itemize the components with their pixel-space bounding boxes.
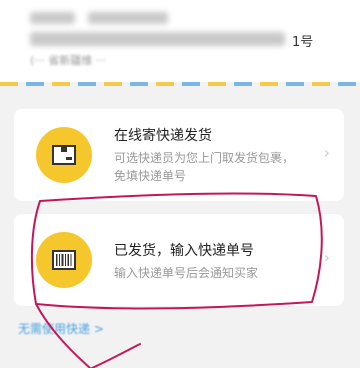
- address-tail: 1号: [292, 35, 314, 50]
- package-icon: [36, 127, 92, 183]
- no-courier-link[interactable]: 无需使用快递 >: [18, 320, 104, 337]
- envelope-stripe: [0, 82, 360, 86]
- barcode-icon: [36, 232, 92, 288]
- address-fragment: (··· 省新疆维 ···: [30, 54, 107, 67]
- option-desc-1: 可选快递员为您上门取发货包裹，: [114, 151, 295, 165]
- chevron-right-icon: ›: [323, 143, 330, 162]
- option-enter-tracking[interactable]: 已发货，输入快递单号 输入快递单号后会通知买家 ›: [14, 214, 344, 306]
- name-blur: [30, 12, 75, 24]
- option-desc-2: 免填快递单号: [114, 169, 187, 183]
- option-title: 已发货，输入快递单号: [114, 243, 254, 259]
- option-title: 在线寄快递发货: [114, 128, 212, 144]
- option-online-courier[interactable]: 在线寄快递发货 可选快递员为您上门取发货包裹， 免填快递单号 ›: [14, 109, 344, 201]
- option-desc: 输入快递单号后会通知买家: [114, 266, 259, 280]
- address-blur: [30, 32, 285, 46]
- chevron-right-icon: ›: [323, 248, 330, 267]
- phone-blur: [88, 12, 168, 24]
- address-section[interactable]: 1号 (··· 省新疆维 ···: [0, 0, 360, 82]
